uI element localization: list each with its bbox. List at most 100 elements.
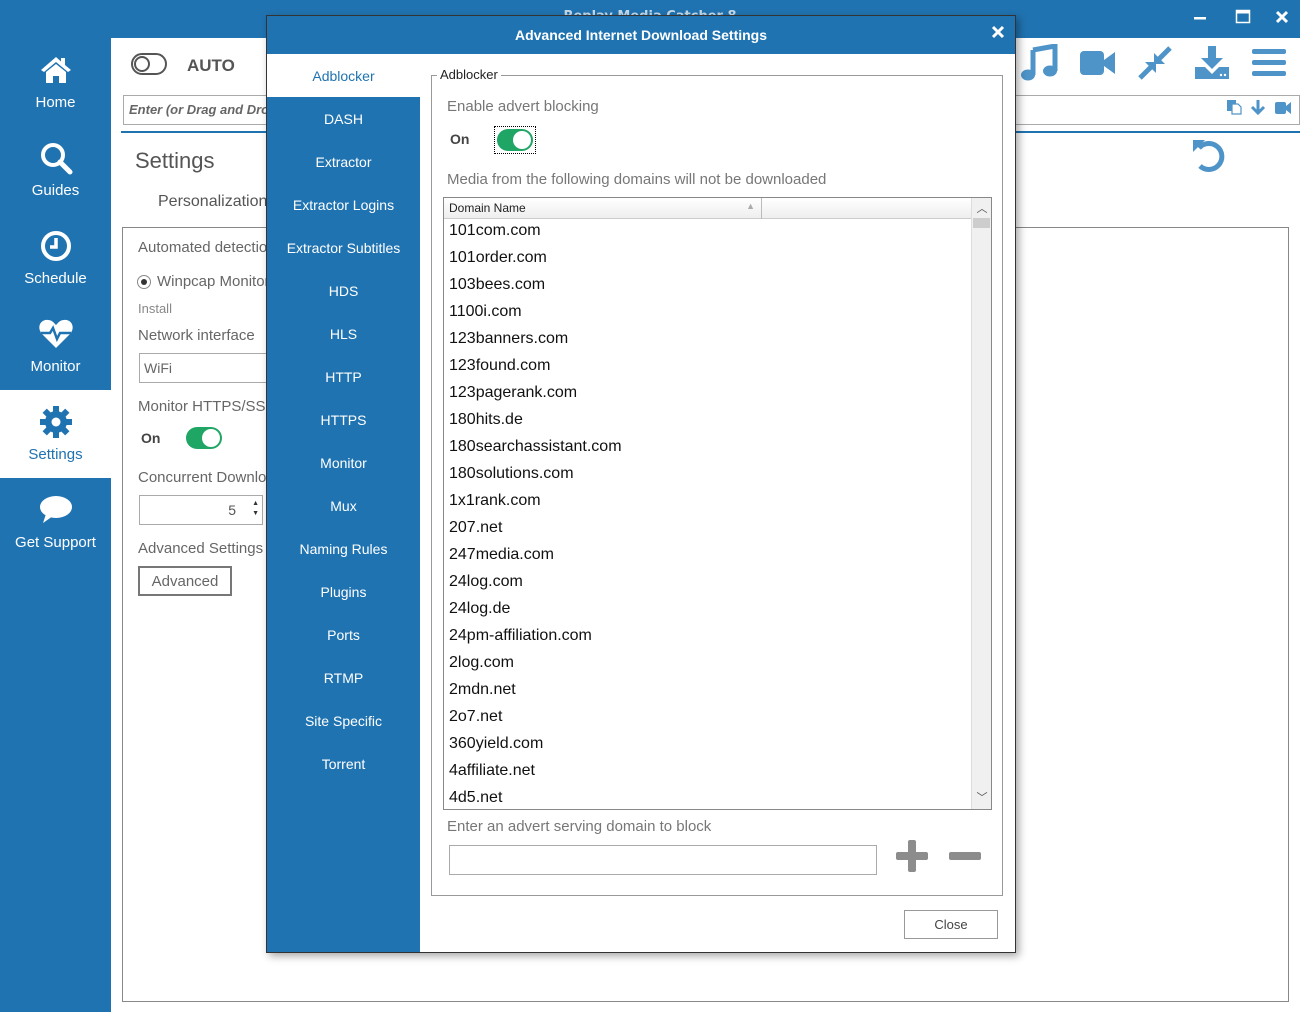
list-item[interactable]: 103bees.com — [444, 273, 971, 300]
network-interface-label: Network interface — [138, 327, 255, 344]
dialog-nav-item-mux[interactable]: Mux — [267, 484, 420, 527]
advert-blocking-toggle[interactable] — [497, 129, 533, 151]
sidebar-item-monitor[interactable]: Monitor — [0, 302, 111, 390]
advert-blocking-state: On — [450, 131, 470, 147]
close-icon — [1275, 10, 1289, 24]
auto-toggle[interactable] — [131, 53, 167, 75]
list-item[interactable]: 2log.com — [444, 651, 971, 678]
winpcap-label: Winpcap Monitor — [157, 273, 270, 290]
list-item[interactable]: 247media.com — [444, 543, 971, 570]
sidebar-item-settings[interactable]: Settings — [0, 390, 111, 478]
dialog-header: Advanced Internet Download Settings — [267, 16, 1015, 54]
scroll-up-icon[interactable]: ︿ — [972, 200, 991, 218]
music-icon[interactable] — [1021, 43, 1059, 86]
network-interface-select[interactable]: WiFi — [139, 353, 279, 383]
domain-input[interactable] — [449, 845, 877, 875]
stepper-value: 5 — [228, 502, 236, 518]
dialog-nav-item-monitor[interactable]: Monitor — [267, 441, 420, 484]
list-item[interactable]: 24pm-affiliation.com — [444, 624, 971, 651]
video-camera-icon[interactable] — [1079, 48, 1117, 82]
sidebar-item-guides[interactable]: Guides — [0, 126, 111, 214]
sidebar-item-label: Guides — [31, 182, 80, 199]
dialog-nav-item-rtmp[interactable]: RTMP — [267, 656, 420, 699]
compress-icon[interactable] — [1137, 45, 1173, 85]
list-item[interactable]: 4d5.net — [444, 786, 971, 809]
list-item[interactable]: 123banners.com — [444, 327, 971, 354]
video-icon[interactable] — [1274, 100, 1292, 119]
scrollbar-thumb[interactable] — [973, 218, 990, 228]
vertical-scrollbar[interactable]: ︿ ﹀ — [971, 198, 991, 809]
scroll-down-icon[interactable]: ﹀ — [972, 789, 991, 807]
list-item[interactable]: 24log.de — [444, 597, 971, 624]
auto-label: AUTO — [187, 56, 235, 75]
dialog-close-button[interactable] — [991, 23, 1005, 44]
dialog-nav-item-https[interactable]: HTTPS — [267, 398, 420, 441]
dialog-nav-item-dash[interactable]: DASH — [267, 97, 420, 140]
dialog-nav-item-adblocker[interactable]: Adblocker — [267, 54, 420, 97]
plus-icon — [896, 840, 928, 872]
dialog-nav-item-torrent[interactable]: Torrent — [267, 742, 420, 785]
sidebar-item-label: Get Support — [15, 534, 96, 551]
gear-icon — [39, 404, 73, 440]
minimize-button[interactable] — [1183, 4, 1217, 30]
column-header-domain-name[interactable]: Domain Name ▲ — [444, 198, 762, 219]
advanced-settings-label: Advanced Settings — [138, 540, 264, 557]
list-item[interactable]: 180solutions.com — [444, 462, 971, 489]
paste-icon[interactable] — [1226, 99, 1242, 119]
dialog-nav-item-extractor-logins[interactable]: Extractor Logins — [267, 183, 420, 226]
list-item[interactable]: 2o7.net — [444, 705, 971, 732]
dialog-nav-item-site-specific[interactable]: Site Specific — [267, 699, 420, 742]
winpcap-radio[interactable] — [137, 275, 151, 289]
list-item[interactable]: 207.net — [444, 516, 971, 543]
list-item[interactable]: 180searchassistant.com — [444, 435, 971, 462]
dialog-nav-item-extractor[interactable]: Extractor — [267, 140, 420, 183]
list-item[interactable]: 123found.com — [444, 354, 971, 381]
dialog-nav-item-http[interactable]: HTTP — [267, 355, 420, 398]
sidebar-item-schedule[interactable]: Schedule — [0, 214, 111, 302]
list-item[interactable]: 101order.com — [444, 246, 971, 273]
dialog-nav-item-plugins[interactable]: Plugins — [267, 570, 420, 613]
list-item[interactable]: 24log.com — [444, 570, 971, 597]
download-arrow-icon[interactable] — [1250, 99, 1266, 119]
clock-icon — [39, 228, 73, 264]
tab-personalization[interactable]: Personalization — [158, 193, 267, 211]
close-icon — [991, 25, 1005, 39]
install-link[interactable]: Install — [138, 301, 172, 316]
dialog-nav-item-naming-rules[interactable]: Naming Rules — [267, 527, 420, 570]
list-item[interactable]: 4affiliate.net — [444, 759, 971, 786]
dialog-nav-item-extractor-subtitles[interactable]: Extractor Subtitles — [267, 226, 420, 269]
remove-domain-button[interactable] — [947, 838, 983, 874]
sidebar-item-label: Home — [35, 94, 76, 111]
dialog-nav-item-ports[interactable]: Ports — [267, 613, 420, 656]
domain-list-caption: Media from the following domains will no… — [447, 171, 827, 188]
domain-list: Domain Name ▲ 101com.com 101order.com 103b… — [443, 197, 992, 810]
monitor-https-label: Monitor HTTPS/SSL — [138, 398, 274, 415]
list-item[interactable]: 1100i.com — [444, 300, 971, 327]
dialog-nav-item-hls[interactable]: HLS — [267, 312, 420, 355]
download-icon[interactable] — [1193, 45, 1231, 85]
list-item[interactable]: 101com.com — [444, 219, 971, 246]
close-window-button[interactable] — [1265, 4, 1299, 30]
stepper-arrows[interactable]: ▲ ▼ — [252, 499, 259, 519]
list-item[interactable]: 2mdn.net — [444, 678, 971, 705]
advanced-button[interactable]: Advanced — [138, 566, 232, 596]
dialog-nav-item-hds[interactable]: HDS — [267, 269, 420, 312]
close-button[interactable]: Close — [904, 910, 998, 939]
menu-icon[interactable] — [1251, 47, 1287, 83]
sidebar-item-home[interactable]: Home — [0, 38, 111, 126]
concurrent-downloads-stepper[interactable]: 5 ▲ ▼ — [139, 495, 263, 525]
monitor-https-toggle[interactable] — [186, 427, 222, 449]
dialog-title: Advanced Internet Download Settings — [514, 27, 768, 43]
list-item[interactable]: 1x1rank.com — [444, 489, 971, 516]
url-tools — [1226, 99, 1292, 119]
add-domain-button[interactable] — [894, 838, 930, 874]
app-window: Replay Media Catcher 8 Home Guides — [0, 0, 1300, 1012]
list-item[interactable]: 123pagerank.com — [444, 381, 971, 408]
maximize-button[interactable] — [1226, 4, 1260, 30]
list-item[interactable]: 180hits.de — [444, 408, 971, 435]
advanced-settings-dialog: Advanced Internet Download Settings Adbl… — [266, 15, 1016, 953]
refresh-icon[interactable] — [1191, 136, 1227, 178]
domain-input-label: Enter an advert serving domain to block — [447, 818, 712, 835]
list-item[interactable]: 360yield.com — [444, 732, 971, 759]
sidebar-item-get-support[interactable]: Get Support — [0, 478, 111, 566]
